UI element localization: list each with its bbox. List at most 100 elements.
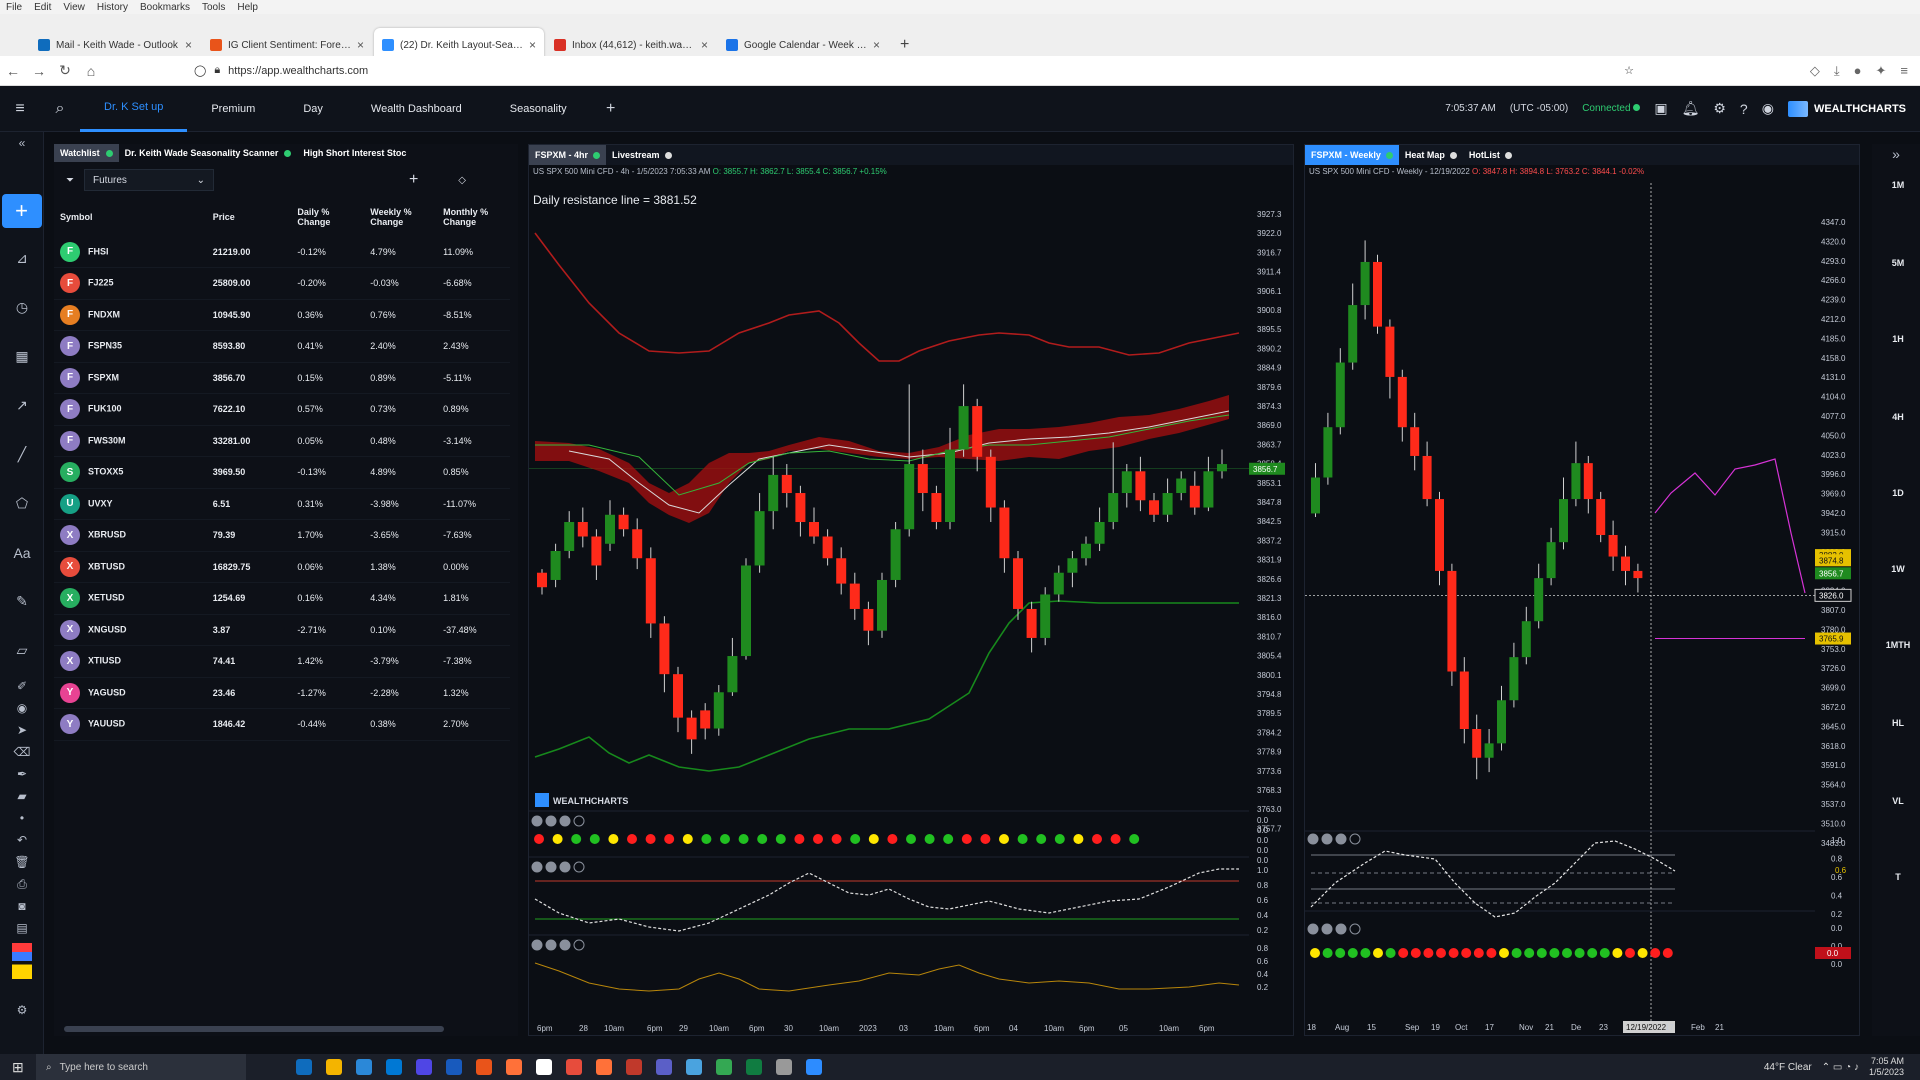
url-field[interactable]: https://app.wealthcharts.com — [228, 65, 368, 77]
app-icon[interactable] — [536, 1059, 552, 1075]
table-row[interactable]: F FSPN35 8593.80 0.41% 2.40% 2.43% — [54, 330, 510, 363]
undo-icon[interactable]: ↶ — [0, 829, 44, 851]
table-row[interactable]: Y YAUUSD 1846.42 -0.44% 0.38% 2.70% — [54, 708, 510, 741]
timeframe-button[interactable]: VL — [1876, 796, 1920, 806]
settings-icon[interactable]: ⚙ — [0, 999, 44, 1021]
timeframe-button[interactable]: 1M — [1876, 180, 1920, 190]
gear-icon[interactable]: ⚙ — [1713, 100, 1726, 117]
bookmark-star-icon[interactable]: ☆ — [1624, 64, 1634, 77]
table-row[interactable]: Y YAGUSD 23.46 -1.27% -2.28% 1.32% — [54, 677, 510, 709]
help-icon[interactable]: ? — [1740, 101, 1748, 117]
collapse-icon[interactable]: « — [0, 132, 44, 154]
column-header[interactable]: Symbol — [54, 198, 207, 236]
horizontal-scrollbar[interactable] — [64, 1026, 444, 1032]
column-header[interactable]: Weekly % Change — [364, 198, 437, 236]
chart-tab[interactable]: FSPXM - 4hr — [529, 145, 607, 165]
pencil-icon[interactable]: ✎ — [0, 577, 44, 626]
indicator-control-icon[interactable] — [1349, 833, 1361, 845]
tag-icon[interactable]: ◇ — [458, 175, 466, 186]
highlighter-icon[interactable]: ▰ — [0, 785, 44, 807]
watchlist-tab[interactable]: Dr. Keith Wade Seasonality Scanner — [119, 144, 298, 162]
table-row[interactable]: F FSPXM 3856.70 0.15% 0.89% -5.11% — [54, 362, 510, 394]
layout-tab[interactable]: Seasonality — [486, 86, 591, 132]
table-row[interactable]: X XBTUSD 16829.75 0.06% 1.38% 0.00% — [54, 551, 510, 583]
eye-icon[interactable]: ◉ — [0, 697, 44, 719]
ruler-icon[interactable]: ▱ — [0, 626, 44, 675]
cursor-icon[interactable]: ➤ — [0, 719, 44, 741]
indicator-control-icon[interactable] — [1335, 833, 1347, 845]
table-row[interactable]: F FNDXM 10945.90 0.36% 0.76% -8.51% — [54, 299, 510, 331]
excel-icon[interactable] — [746, 1059, 762, 1075]
table-row[interactable]: X XTIUSD 74.41 1.42% -3.79% -7.38% — [54, 645, 510, 678]
indicator-control-icon[interactable] — [1349, 923, 1361, 935]
timeframe-button[interactable]: HL — [1876, 718, 1920, 728]
clock-icon[interactable]: ◷ — [0, 283, 44, 332]
calendar-icon[interactable]: ▦ — [0, 332, 44, 381]
forward-icon[interactable]: → — [26, 63, 52, 79]
back-icon[interactable]: ← — [0, 63, 26, 79]
column-header[interactable]: Daily % Change — [291, 198, 364, 236]
watchlist-tab[interactable]: Watchlist — [54, 144, 119, 162]
indicator-control-icon[interactable] — [1321, 833, 1333, 845]
clipboard-icon[interactable]: ▤ — [0, 917, 44, 939]
table-row[interactable]: F FHSI 21219.00 -0.12% 4.79% 11.09% — [54, 236, 510, 268]
indicator-control-icon[interactable] — [531, 815, 543, 827]
edge-icon[interactable] — [296, 1059, 312, 1075]
timeframe-button[interactable]: 5M — [1876, 258, 1920, 268]
timeframe-button[interactable]: 1W — [1876, 564, 1920, 574]
indicator-control-icon[interactable] — [1335, 923, 1347, 935]
chart-tab[interactable]: HotList — [1463, 145, 1518, 165]
add-symbol-button[interactable]: + — [409, 171, 418, 189]
word-icon[interactable] — [446, 1059, 462, 1075]
filter-icon[interactable]: ⏷ — [66, 175, 74, 186]
new-tab-button[interactable]: + — [900, 36, 909, 54]
layout-tab[interactable]: Dr. K Set up — [80, 86, 188, 132]
menu-icon[interactable]: ≡ — [1900, 63, 1908, 79]
indicator-control-icon[interactable] — [573, 815, 585, 827]
timezone[interactable]: (UTC -05:00) — [1510, 103, 1568, 114]
firefox-icon[interactable] — [596, 1059, 612, 1075]
indicator-control-icon[interactable] — [1307, 833, 1319, 845]
table-row[interactable]: X XETUSD 1254.69 0.16% 4.34% 1.81% — [54, 582, 510, 615]
add-widget-button[interactable]: + — [1, 194, 42, 228]
table-row[interactable]: X XBRUSD 79.39 1.70% -3.65% -7.63% — [54, 519, 510, 552]
zoom-icon[interactable] — [806, 1059, 822, 1075]
windows-start-icon[interactable]: ⊞ — [12, 1059, 24, 1076]
download-icon[interactable]: ⤓ — [1834, 63, 1840, 79]
chart-tab[interactable]: Livestream — [606, 145, 678, 165]
app-icon[interactable] — [686, 1059, 702, 1075]
system-clock[interactable]: 7:05 AM 1/5/2023 — [1869, 1056, 1904, 1078]
timeframe-button[interactable]: 4H — [1876, 412, 1920, 422]
close-icon[interactable]: × — [873, 38, 880, 52]
app-icon[interactable] — [626, 1059, 642, 1075]
tray-icons[interactable]: ⌃ ▭ ◔ ♪ — [1822, 1062, 1859, 1073]
chart-weekly-canvas[interactable]: 4347.0 4320.0 4293.0 4266.0 4239.0 4212.0 4185… — [1305, 183, 1859, 1035]
app-icon[interactable] — [566, 1059, 582, 1075]
color-palette-icon[interactable] — [11, 943, 32, 979]
indicator-control-icon[interactable] — [545, 939, 557, 951]
column-header[interactable]: Monthly % Change — [437, 198, 510, 236]
chrome-icon[interactable] — [716, 1059, 732, 1075]
weather-status[interactable]: 44°F Clear — [1764, 1062, 1812, 1073]
line-tool-icon[interactable]: ╱ — [0, 430, 44, 479]
file-explorer-icon[interactable] — [326, 1059, 342, 1075]
camera-icon[interactable]: ◙ — [0, 895, 44, 917]
menu-item[interactable]: Bookmarks — [140, 2, 190, 13]
print-icon[interactable]: ⎙ — [0, 873, 44, 895]
save-icon[interactable]: ▣ — [1654, 100, 1667, 117]
table-row[interactable]: U UVXY 6.51 0.31% -3.98% -11.07% — [54, 488, 510, 520]
home-icon[interactable]: ⌂ — [78, 63, 104, 79]
text-tool-icon[interactable]: Aa — [0, 528, 44, 577]
indicator-control-icon[interactable] — [559, 815, 571, 827]
menu-item[interactable]: View — [63, 2, 85, 13]
timeframe-button[interactable]: T — [1876, 872, 1920, 882]
avatar[interactable]: ◉ — [1762, 100, 1774, 117]
point-icon[interactable]: • — [0, 807, 44, 829]
brush-icon[interactable]: ✐ — [0, 675, 44, 697]
add-layout-button[interactable]: + — [591, 100, 631, 118]
indicator-control-icon[interactable] — [545, 861, 557, 873]
chart-tab[interactable]: FSPXM - Weekly — [1305, 145, 1399, 165]
layout-tab[interactable]: Wealth Dashboard — [347, 86, 486, 132]
menu-item[interactable]: File — [6, 2, 22, 13]
chart-tab[interactable]: Heat Map — [1399, 145, 1463, 165]
